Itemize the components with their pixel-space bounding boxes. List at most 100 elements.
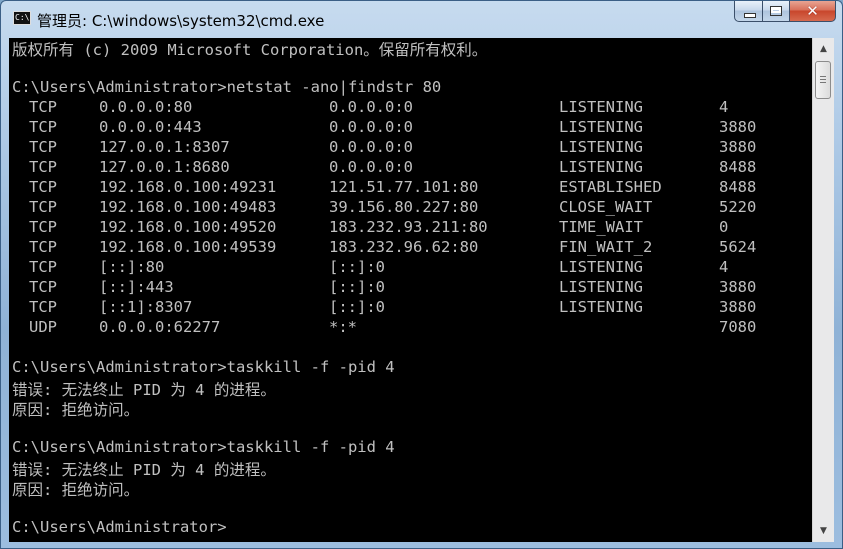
- scroll-down-button[interactable]: ▼: [814, 522, 833, 540]
- netstat-proto: TCP: [29, 118, 57, 136]
- netstat-foreign-address: 183.232.93.211:80: [329, 218, 488, 236]
- netstat-local-address: 192.168.0.100:49520: [99, 218, 277, 236]
- netstat-row: TCP 192.168.0.100:49483 39.156.80.227:80 CL…: [12, 198, 756, 218]
- console-line: C:\Users\Administrator>taskkill -f -pid …: [12, 438, 395, 456]
- netstat-foreign-address: 0.0.0.0:0: [329, 138, 413, 156]
- netstat-row: TCP 192.168.0.100:49231 121.51.77.101:80 ES…: [12, 178, 756, 198]
- netstat-foreign-address: [::]:0: [329, 278, 385, 296]
- netstat-proto: TCP: [29, 98, 57, 116]
- netstat-pid: 3880: [719, 118, 757, 136]
- scroll-thumb[interactable]: [815, 61, 831, 99]
- netstat-pid: 3880: [719, 298, 757, 316]
- netstat-state: LISTENING: [559, 118, 643, 136]
- close-icon: ✕: [806, 2, 819, 20]
- console-line: C:\Users\Administrator>taskkill -f -pid …: [12, 358, 395, 376]
- netstat-state: ESTABLISHED: [559, 178, 662, 196]
- console-line: 版权所有 (c) 2009 Microsoft Corporation。保留所有…: [12, 41, 488, 59]
- console-line: 原因: 拒绝访问。: [12, 401, 140, 419]
- netstat-state: LISTENING: [559, 138, 643, 156]
- netstat-foreign-address: [::]:0: [329, 298, 385, 316]
- minimize-button[interactable]: [734, 1, 763, 22]
- netstat-foreign-address: 0.0.0.0:0: [329, 98, 413, 116]
- netstat-local-address: 127.0.0.1:8307: [99, 138, 230, 156]
- netstat-local-address: [::]:80: [99, 258, 165, 276]
- netstat-proto: TCP: [29, 258, 57, 276]
- netstat-foreign-address: 121.51.77.101:80: [329, 178, 479, 196]
- netstat-foreign-address: 0.0.0.0:0: [329, 158, 413, 176]
- netstat-local-address: [::]:443: [99, 278, 174, 296]
- maximize-button[interactable]: [763, 1, 790, 22]
- netstat-pid: 4: [719, 98, 729, 116]
- netstat-pid: 3880: [719, 278, 757, 296]
- netstat-pid: 0: [719, 218, 729, 236]
- netstat-proto: TCP: [29, 238, 57, 256]
- netstat-row: TCP 192.168.0.100:49520 183.232.93.211:80 T…: [12, 218, 728, 238]
- netstat-state: TIME_WAIT: [559, 218, 643, 236]
- netstat-foreign-address: *:*: [329, 318, 357, 336]
- netstat-row: TCP [::]:80 [::]:0 LISTENING 4: [12, 258, 728, 278]
- netstat-state: LISTENING: [559, 278, 643, 296]
- netstat-proto: UDP: [29, 318, 57, 336]
- netstat-local-address: [::1]:8307: [99, 298, 193, 316]
- console-line: C:\Users\Administrator>netstat -ano|find…: [12, 78, 442, 96]
- netstat-local-address: 0.0.0.0:62277: [99, 318, 221, 336]
- scroll-up-button[interactable]: ▲: [814, 40, 833, 58]
- netstat-row: TCP 127.0.0.1:8680 0.0.0.0:0 LISTENING 8488: [12, 158, 756, 178]
- netstat-pid: 4: [719, 258, 729, 276]
- netstat-proto: TCP: [29, 298, 57, 316]
- console-lines: 版权所有 (c) 2009 Microsoft Corporation。保留所有…: [12, 38, 756, 538]
- netstat-proto: TCP: [29, 218, 57, 236]
- netstat-row: TCP 127.0.0.1:8307 0.0.0.0:0 LISTENING 3880: [12, 138, 756, 158]
- title-bar[interactable]: C:\ 管理员: C:\windows\system32\cmd.exe ✕: [1, 1, 842, 37]
- netstat-local-address: 192.168.0.100:49483: [99, 198, 277, 216]
- console-line: C:\Users\Administrator>: [12, 518, 227, 536]
- netstat-pid: 8488: [719, 178, 757, 196]
- netstat-row: TCP [::1]:8307 [::]:0 LISTENING 3880: [12, 298, 756, 318]
- console-line: 原因: 拒绝访问。: [12, 481, 140, 499]
- netstat-foreign-address: [::]:0: [329, 258, 385, 276]
- netstat-local-address: 0.0.0.0:80: [99, 98, 193, 116]
- cmd-window: C:\ 管理员: C:\windows\system32\cmd.exe ✕ 版…: [0, 0, 843, 549]
- console-line: 错误: 无法终止 PID 为 4 的进程。: [12, 381, 276, 399]
- netstat-pid: 7080: [719, 318, 757, 336]
- netstat-state: LISTENING: [559, 298, 643, 316]
- vertical-scrollbar[interactable]: ▲ ▼: [812, 38, 834, 542]
- netstat-proto: TCP: [29, 198, 57, 216]
- netstat-row: TCP 192.168.0.100:49539 183.232.96.62:80 FI…: [12, 238, 756, 258]
- netstat-foreign-address: 0.0.0.0:0: [329, 118, 413, 136]
- netstat-row: UDP 0.0.0.0:62277 *:* 7080: [12, 318, 756, 338]
- netstat-pid: 5220: [719, 198, 757, 216]
- netstat-row: TCP [::]:443 [::]:0 LISTENING 3880: [12, 278, 756, 298]
- netstat-proto: TCP: [29, 138, 57, 156]
- console-output[interactable]: 版权所有 (c) 2009 Microsoft Corporation。保留所有…: [9, 38, 812, 542]
- netstat-proto: TCP: [29, 178, 57, 196]
- window-title: 管理员: C:\windows\system32\cmd.exe: [37, 12, 325, 30]
- netstat-state: LISTENING: [559, 258, 643, 276]
- netstat-local-address: 192.168.0.100:49539: [99, 238, 277, 256]
- caption-buttons: ✕: [734, 1, 836, 23]
- netstat-local-address: 192.168.0.100:49231: [99, 178, 277, 196]
- console-line: 错误: 无法终止 PID 为 4 的进程。: [12, 461, 276, 479]
- netstat-foreign-address: 39.156.80.227:80: [329, 198, 479, 216]
- netstat-pid: 3880: [719, 138, 757, 156]
- netstat-local-address: 0.0.0.0:443: [99, 118, 202, 136]
- cmd-app-icon[interactable]: C:\: [13, 11, 31, 25]
- grip-icon: [820, 76, 826, 83]
- netstat-pid: 5624: [719, 238, 757, 256]
- netstat-state: LISTENING: [559, 158, 643, 176]
- netstat-state: FIN_WAIT_2: [559, 238, 653, 256]
- close-button[interactable]: ✕: [790, 1, 836, 22]
- netstat-foreign-address: 183.232.96.62:80: [329, 238, 479, 256]
- netstat-proto: TCP: [29, 158, 57, 176]
- minimize-icon: [744, 13, 756, 18]
- netstat-row: TCP 0.0.0.0:443 0.0.0.0:0 LISTENING 3880: [12, 118, 756, 138]
- netstat-pid: 8488: [719, 158, 757, 176]
- netstat-state: CLOSE_WAIT: [559, 198, 653, 216]
- netstat-proto: TCP: [29, 278, 57, 296]
- maximize-icon: [770, 6, 782, 16]
- netstat-state: LISTENING: [559, 98, 643, 116]
